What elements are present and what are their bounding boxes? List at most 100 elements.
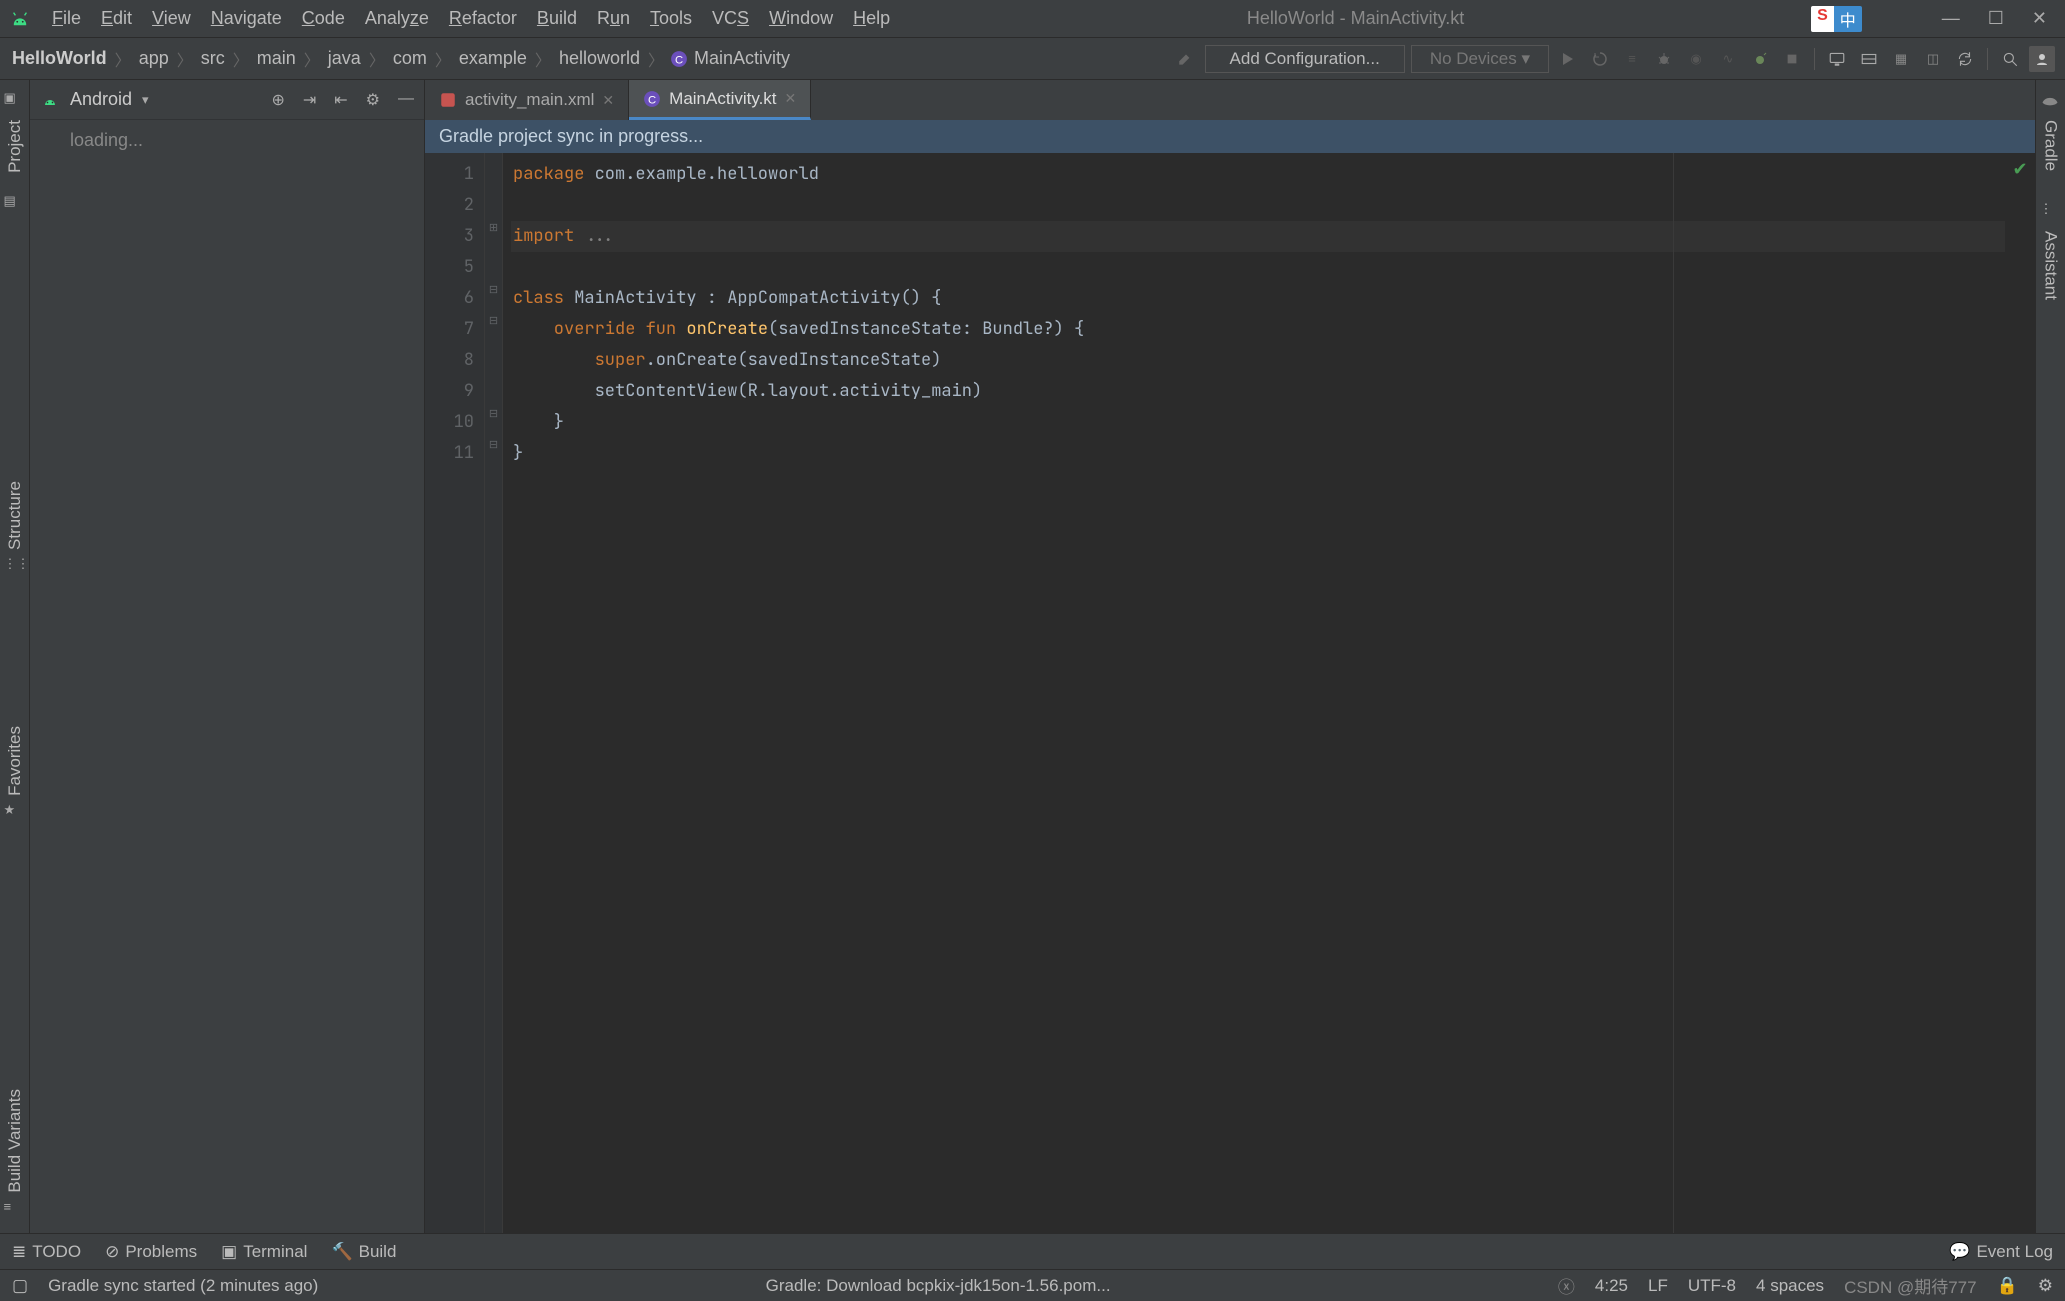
target-icon[interactable]: ⊕ [271,90,284,110]
close-button[interactable]: ✕ [2032,8,2047,29]
watermark-text: CSDN @期待777 [1844,1273,1977,1298]
crumb-app[interactable]: app [137,48,171,69]
window-title: HelloWorld - MainActivity.kt [900,8,1811,29]
crumb-helloworld[interactable]: helloworld [557,48,642,69]
search-everywhere-icon[interactable] [1997,46,2023,72]
project-tool-label[interactable]: Project [5,120,25,173]
menu-vcs[interactable]: VCS [702,8,759,29]
crumb-example[interactable]: example [457,48,529,69]
resource-tool-icon[interactable]: ▤ [4,193,26,215]
add-configuration-button[interactable]: Add Configuration... [1205,45,1405,73]
sync-gradle-icon[interactable] [1952,46,1978,72]
fold-end-icon[interactable]: ⊟ [485,407,502,438]
avd-manager-icon[interactable] [1824,46,1850,72]
run-icon[interactable] [1555,46,1581,72]
menu-view[interactable]: View [142,8,201,29]
problems-tool[interactable]: ⊘ Problems [105,1242,197,1262]
menu-tools[interactable]: Tools [640,8,702,29]
indent-setting[interactable]: 4 spaces [1756,1276,1824,1296]
eventlog-tool[interactable]: 💬 Event Log [1949,1242,2053,1262]
tab-activity-main-xml[interactable]: activity_main.xml ✕ [425,80,629,120]
tab-close-icon[interactable]: ✕ [785,90,797,107]
menu-file[interactable]: File [42,8,91,29]
gradle-icon[interactable] [2040,90,2062,112]
menu-run[interactable]: Run [587,8,640,29]
structure-tool-icon[interactable]: ⋮⋮ [4,556,26,578]
project-tool-icon[interactable]: ▣ [4,90,26,112]
gear-icon[interactable]: ⚙ [366,90,380,110]
inspection-ok-icon[interactable]: ✔ [2005,153,2035,186]
file-encoding[interactable]: UTF-8 [1688,1276,1736,1296]
crumb-java[interactable]: java [326,48,363,69]
crumb-com[interactable]: com [391,48,429,69]
menu-window[interactable]: Window [759,8,843,29]
code-editor[interactable]: package com.example.helloworld import ..… [503,153,2005,1233]
crumb-file[interactable]: MainActivity [692,48,792,69]
expand-icon[interactable]: ⇤ [334,90,347,110]
project-scope-selector[interactable]: Android [70,89,132,110]
menu-analyze[interactable]: Analyze [355,8,439,29]
buildvariants-tool-label[interactable]: Build Variants [5,1089,25,1193]
code-line: package com.example.helloworld [511,159,2005,190]
gradle-tool-label[interactable]: Gradle [2041,120,2061,171]
tab-close-icon[interactable]: ✕ [602,92,614,109]
code-line: override fun onCreate(savedInstanceState… [511,314,2005,345]
toolwindow-toggle-icon[interactable]: ▢ [12,1276,28,1296]
line-separator[interactable]: LF [1648,1276,1668,1296]
code-row: 1 2 3 5 6 7 8 9 10 11 ⊞ ⊟ ⊟ ⊟ ⊟ [425,153,2035,1233]
crumb-src[interactable]: src [199,48,227,69]
apply-code-changes-icon[interactable]: ≡ [1619,46,1645,72]
star-icon[interactable]: ★ [4,802,26,824]
line-number: 9 [425,376,474,407]
fold-end-icon[interactable]: ⊟ [485,438,502,469]
coverage-icon[interactable]: ◉ [1683,46,1709,72]
apply-changes-icon[interactable] [1587,46,1613,72]
profiler-icon[interactable]: ∿ [1715,46,1741,72]
structure-tool-label[interactable]: Structure [5,481,25,550]
sdk-manager-icon[interactable] [1856,46,1882,72]
build-hammer-icon[interactable] [1173,46,1199,72]
resource-manager-icon[interactable]: ▦ [1888,46,1914,72]
menu-refactor[interactable]: Refactor [439,8,527,29]
menu-navigate[interactable]: Navigate [201,8,292,29]
maximize-button[interactable]: ☐ [1988,8,2004,29]
user-icon[interactable] [2029,46,2055,72]
menu-edit[interactable]: Edit [91,8,142,29]
tab-mainactivity-kt[interactable]: C MainActivity.kt ✕ [629,80,811,120]
status-left: Gradle sync started (2 minutes ago) [48,1276,318,1296]
collapse-icon[interactable]: ⇥ [303,90,316,110]
layout-inspector-icon[interactable]: ◫ [1920,46,1946,72]
attach-debugger-icon[interactable] [1747,46,1773,72]
menu-code[interactable]: Code [292,8,355,29]
fold-icon[interactable]: ⊟ [485,314,502,345]
xml-file-icon [439,91,457,109]
stop-icon[interactable] [1779,46,1805,72]
android-icon [40,90,60,110]
caret-position[interactable]: 4:25 [1595,1276,1628,1296]
todo-tool[interactable]: ≣ TODO [12,1242,81,1262]
assistant-tool-label[interactable]: Assistant [2041,231,2061,300]
ime-indicator[interactable]: S 中 [1811,6,1862,32]
minimize-button[interactable]: — [1942,8,1960,29]
crumb-project[interactable]: HelloWorld [10,48,109,69]
menu-help[interactable]: Help [843,8,900,29]
fold-gutter: ⊞ ⊟ ⊟ ⊟ ⊟ [485,153,503,1233]
menu-build[interactable]: Build [527,8,587,29]
buildvariants-tool-icon[interactable]: ≡ [4,1199,26,1221]
crumb-main[interactable]: main [255,48,298,69]
memory-indicator-icon[interactable]: ⚙ [2038,1276,2053,1296]
chevron-down-icon[interactable]: ▾ [142,92,149,108]
hide-panel-icon[interactable]: — [398,90,414,110]
terminal-tool[interactable]: ▣ Terminal [221,1242,307,1262]
build-tool[interactable]: 🔨 Build [331,1242,396,1262]
navbar: HelloWorld 〉 app 〉 src 〉 main 〉 java 〉 c… [0,38,2065,80]
left-tool-gutter: ▣ Project ▤ Structure ⋮⋮ Favorites ★ Bui… [0,80,30,1233]
fold-icon[interactable]: ⊞ [485,221,502,252]
favorites-tool-label[interactable]: Favorites [5,726,25,796]
fold-icon[interactable]: ⊟ [485,283,502,314]
status-cancel-icon[interactable]: ⓧ [1558,1273,1575,1298]
assistant-icon[interactable]: ⋮ [2040,201,2062,223]
debug-icon[interactable] [1651,46,1677,72]
lock-icon[interactable]: 🔒 [1997,1276,2018,1296]
device-selector-button[interactable]: No Devices [1411,45,1549,73]
